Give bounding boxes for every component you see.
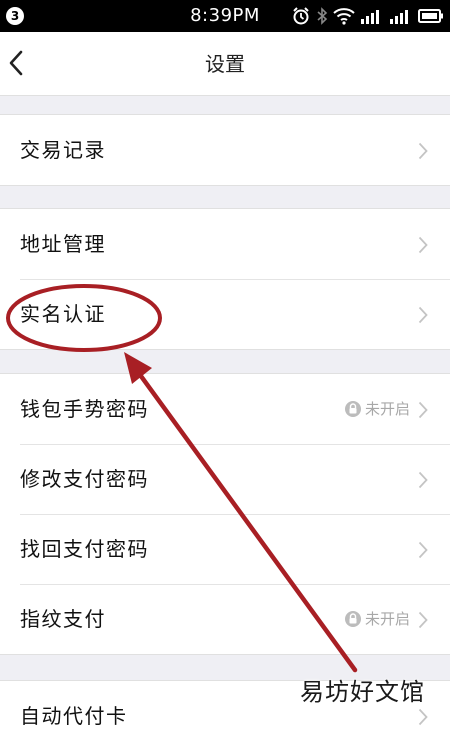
row-label: 钱包手势密码 [20,397,149,421]
row-label: 实名认证 [20,302,106,326]
status-bar: 3 8:39PM [0,0,450,32]
row-transaction-records[interactable]: 交易记录 [0,115,450,185]
row-real-name-verification[interactable]: 实名认证 [0,279,450,349]
status-icons [291,6,444,26]
bluetooth-icon [316,6,328,26]
row-label: 地址管理 [20,232,106,256]
row-change-payment-password[interactable]: 修改支付密码 [0,444,450,514]
signal-icon [389,8,413,24]
status-indicator: 未开启 [344,609,410,629]
row-label: 找回支付密码 [20,537,149,561]
settings-group-security: 钱包手势密码 未开启 修改支付密码 找回支付密码 指纹支付 未开启 [0,373,450,655]
row-label: 交易记录 [20,138,106,162]
row-label: 指纹支付 [20,607,106,631]
status-text: 未开启 [364,400,410,418]
settings-group-account: 地址管理 实名认证 [0,208,450,350]
status-text: 未开启 [364,610,410,628]
lock-icon [344,611,361,627]
chevron-right-icon [418,401,428,419]
status-indicator: 未开启 [344,399,410,419]
watermark: 易坊好文馆 [300,678,425,706]
signal-icon [360,8,384,24]
chevron-right-icon [418,471,428,489]
settings-group-records: 交易记录 [0,114,450,186]
battery-icon [418,8,444,24]
chevron-right-icon [418,236,428,254]
row-recover-payment-password[interactable]: 找回支付密码 [0,514,450,584]
row-label: 修改支付密码 [20,467,149,491]
row-address-management[interactable]: 地址管理 [0,209,450,279]
chevron-right-icon [418,541,428,559]
nav-bar: 设置 [0,32,450,96]
chevron-right-icon [418,611,428,629]
alarm-icon [291,6,311,26]
row-label: 自动代付卡 [20,704,128,728]
lock-icon [344,401,361,417]
page-title: 设置 [205,52,245,76]
chevron-right-icon [418,142,428,160]
wifi-icon [333,7,355,25]
chevron-right-icon [418,306,428,324]
row-wallet-gesture-password[interactable]: 钱包手势密码 未开启 [0,374,450,444]
row-fingerprint-payment[interactable]: 指纹支付 未开启 [0,584,450,654]
